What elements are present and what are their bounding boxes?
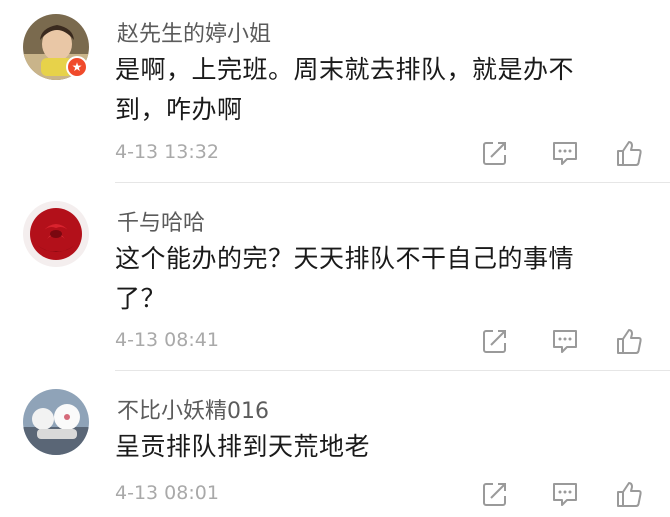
red-rose-avatar — [23, 201, 89, 267]
comment-content-line: 了？ — [115, 284, 167, 313]
comment-bubble-icon — [553, 142, 577, 165]
comment-bubble-icon — [553, 483, 577, 506]
reply-button[interactable] — [550, 138, 580, 168]
comment-item: 不比小妖精016 呈贡排队排到天荒地老 4-13 08:01 — [0, 371, 670, 517]
comment-content-line: 这个能办的完？天天排队不干自己的事情 — [115, 244, 575, 273]
user-avatar[interactable] — [23, 389, 89, 455]
forward-button[interactable] — [480, 326, 510, 356]
thumbs-up-icon — [617, 482, 642, 507]
forward-edit-icon — [483, 330, 506, 353]
forward-button[interactable] — [480, 479, 510, 509]
thumbs-up-icon — [617, 141, 642, 166]
like-button[interactable] — [614, 479, 644, 509]
like-button[interactable] — [614, 326, 644, 356]
reply-button[interactable] — [550, 479, 580, 509]
like-button[interactable] — [614, 138, 644, 168]
star-badge-icon: ★ — [66, 56, 88, 78]
comment-bubble-icon — [553, 330, 577, 353]
comment-content: 呈贡排队排到天荒地老 — [115, 427, 615, 467]
comment-content: 是啊，上完班。周末就去排队，就是办不 到，咋办啊 — [115, 50, 615, 130]
comment-content-line: 到，咋办啊 — [115, 95, 243, 124]
comment-timestamp: 4-13 13:32 — [115, 141, 219, 163]
comment-item: 千与哈哈 这个能办的完？天天排队不干自己的事情 了？ 4-13 08:41 — [0, 183, 670, 371]
white-toy-avatar — [23, 389, 89, 455]
comment-timestamp: 4-13 08:41 — [115, 329, 219, 351]
comment-content-line: 是啊，上完班。周末就去排队，就是办不 — [115, 55, 575, 84]
thumbs-up-icon — [617, 329, 642, 354]
forward-edit-icon — [483, 483, 506, 506]
comment-username[interactable]: 千与哈哈 — [117, 205, 205, 237]
comment-username[interactable]: 赵先生的婷小姐 — [117, 16, 271, 48]
forward-button[interactable] — [480, 138, 510, 168]
comment-timestamp: 4-13 08:01 — [115, 482, 219, 504]
user-avatar[interactable] — [23, 201, 89, 267]
comment-content: 这个能办的完？天天排队不干自己的事情 了？ — [115, 239, 615, 319]
comment-username[interactable]: 不比小妖精016 — [117, 393, 269, 425]
comment-item: ★ 赵先生的婷小姐 是啊，上完班。周末就去排队，就是办不 到，咋办啊 4-13 … — [0, 0, 670, 183]
reply-button[interactable] — [550, 326, 580, 356]
forward-edit-icon — [483, 142, 506, 165]
comment-content-line: 呈贡排队排到天荒地老 — [115, 432, 371, 461]
